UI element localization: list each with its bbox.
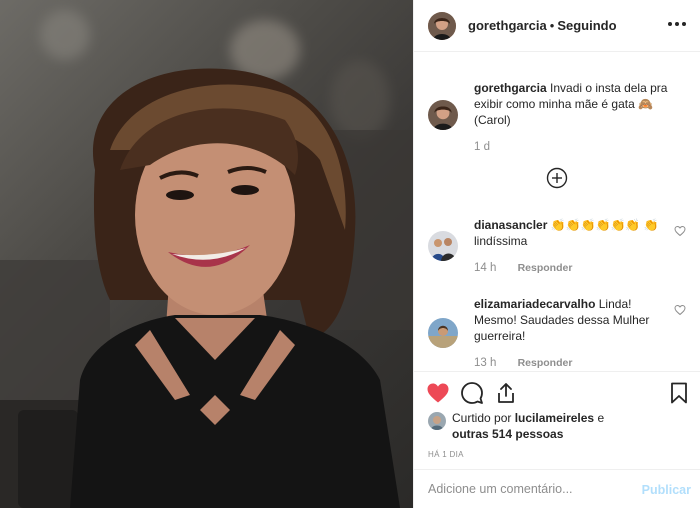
comment-input[interactable] — [428, 482, 628, 496]
post-photo[interactable] — [0, 0, 413, 508]
caption-item: gorethgarcia Invadi o insta dela pra exi… — [428, 80, 686, 160]
caption-username[interactable]: gorethgarcia — [474, 81, 547, 95]
comment-body: dianasancler 👏👏👏👏👏👏 👏 lindíssima 14 h Re… — [474, 217, 674, 276]
publish-button[interactable]: Publicar — [642, 483, 691, 497]
comment-meta: 14 h Responder — [474, 260, 674, 276]
caption-body: gorethgarcia Invadi o insta dela pra exi… — [474, 80, 692, 155]
post-header: gorethgarcia • Seguindo — [414, 0, 700, 52]
header-username[interactable]: gorethgarcia — [468, 18, 547, 33]
comment-meta: 13 h Responder — [474, 355, 674, 371]
heart-outline-icon[interactable] — [674, 225, 686, 237]
likes-conjunction: e — [597, 411, 605, 425]
comment-icon[interactable] — [460, 381, 484, 405]
caption-avatar[interactable] — [428, 100, 458, 130]
post-date[interactable]: HÁ 1 DIA — [428, 450, 464, 459]
instagram-post-modal: gorethgarcia • Seguindo gorethgarcia Inv… — [0, 0, 700, 508]
plus-circle-icon[interactable] — [546, 167, 568, 189]
post-side-panel: gorethgarcia • Seguindo gorethgarcia Inv… — [413, 0, 700, 508]
comments-list[interactable]: gorethgarcia Invadi o insta dela pra exi… — [414, 53, 700, 371]
portrait-illustration — [0, 68, 413, 508]
add-comment-bar: Publicar — [414, 469, 700, 508]
reply-button[interactable]: Responder — [518, 357, 573, 369]
comment-avatar[interactable] — [428, 231, 458, 261]
heart-filled-icon[interactable] — [426, 381, 450, 405]
comment-time[interactable]: 14 h — [474, 262, 496, 274]
caption-time[interactable]: 1 d — [474, 141, 490, 153]
liker-avatar[interactable] — [428, 412, 446, 430]
likes-summary: Curtido por lucilameireles e outras 514 … — [428, 408, 688, 442]
likes-prefix: Curtido por — [452, 411, 512, 425]
reply-button[interactable]: Responder — [518, 262, 573, 274]
comment-avatar[interactable] — [428, 318, 458, 348]
action-bar — [414, 371, 700, 411]
comment-time[interactable]: 13 h — [474, 357, 496, 369]
heart-outline-icon[interactable] — [674, 304, 686, 316]
comment-item: dianasancler 👏👏👏👏👏👏 👏 lindíssima 14 h Re… — [428, 217, 686, 279]
likes-text: Curtido por lucilameireles e outras 514 … — [452, 410, 688, 442]
likes-others-link[interactable]: outras 514 pessoas — [452, 427, 563, 441]
header-separator: • — [549, 18, 555, 33]
header-avatar[interactable] — [428, 11, 456, 40]
more-horizontal-icon[interactable] — [667, 14, 687, 34]
caption-meta: 1 d — [474, 139, 692, 155]
comment-item: elizamariadecarvalho Linda! Mesmo! Sauda… — [428, 296, 686, 371]
liker-username[interactable]: lucilameireles — [515, 411, 594, 425]
comment-username[interactable]: elizamariadecarvalho — [474, 297, 595, 311]
comment-username[interactable]: dianasancler — [474, 218, 547, 232]
share-icon[interactable] — [494, 381, 518, 405]
comment-body: elizamariadecarvalho Linda! Mesmo! Sauda… — [474, 296, 674, 371]
following-button[interactable]: Seguindo — [557, 18, 616, 33]
bookmark-icon[interactable] — [667, 381, 691, 405]
